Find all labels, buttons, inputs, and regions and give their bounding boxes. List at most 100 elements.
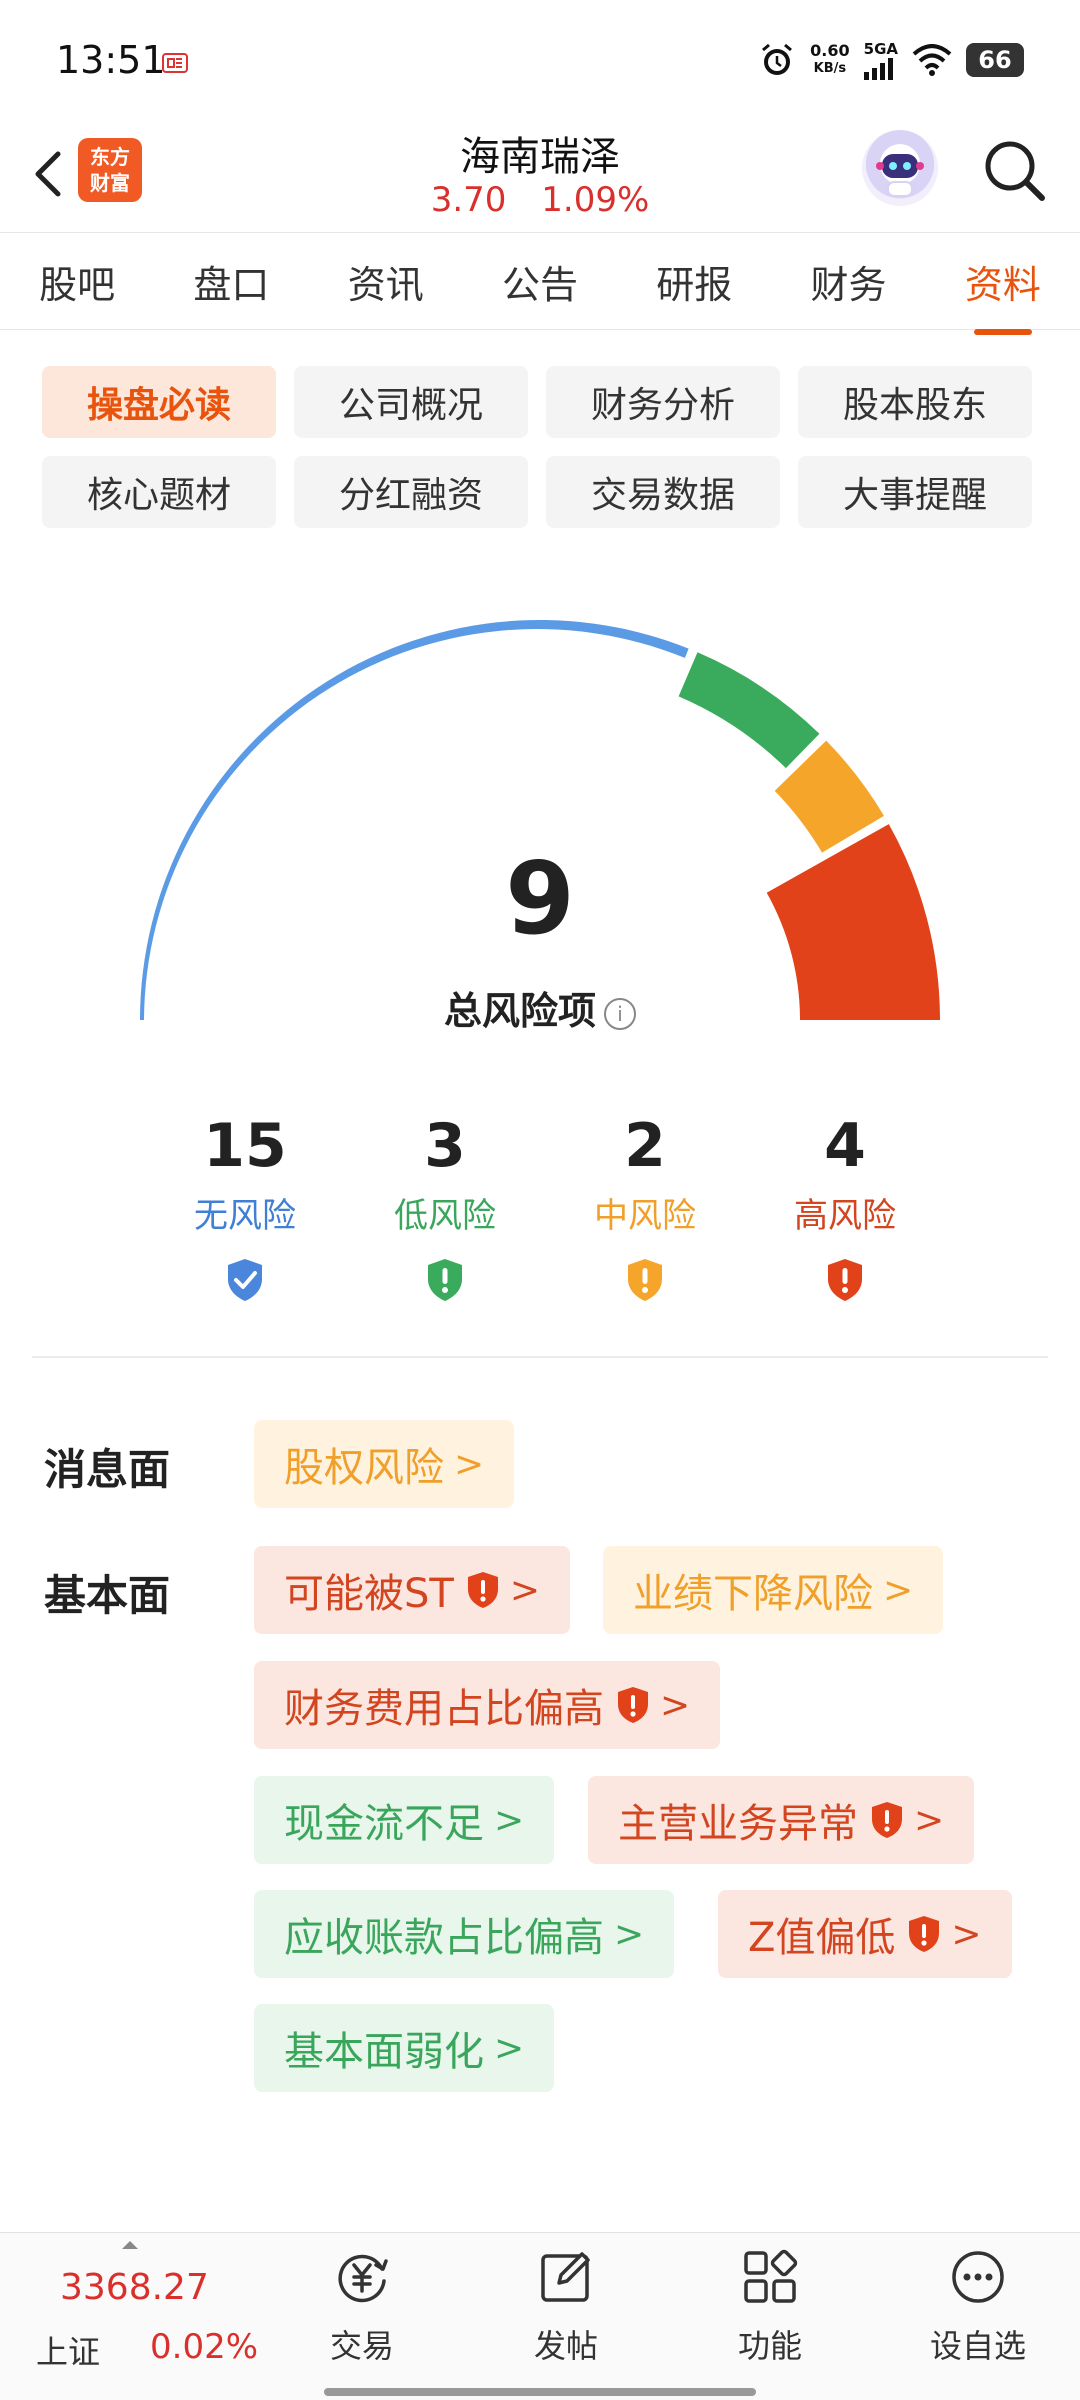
gauge-arc-low-risk — [678, 652, 820, 769]
net-speed-value: 0.60 — [810, 41, 850, 60]
index-name: 上证 — [36, 2333, 101, 2371]
nav-label: 设自选 — [929, 2327, 1026, 2365]
robot-icon — [876, 154, 924, 197]
tab-news[interactable]: 资讯 — [340, 254, 432, 309]
tag-text: 应收账款占比偏高 — [284, 1915, 604, 1961]
shield-check-icon — [228, 1259, 262, 1301]
risk-col-high[interactable]: 4 高风险 — [745, 1110, 945, 1303]
caret-up-icon — [122, 2241, 138, 2249]
chevron-right-icon: > — [494, 1799, 525, 1841]
shield-alert-icon — [467, 1572, 498, 1608]
sub-trading-must-read[interactable]: 操盘必读 — [42, 366, 276, 438]
risk-count: 15 — [203, 1111, 287, 1181]
nav-post[interactable]: 发帖 — [496, 2245, 636, 2367]
more-icon — [952, 2251, 1004, 2303]
tag-text: 股权风险 — [284, 1445, 444, 1491]
risk-name: 无风险 — [194, 1196, 296, 1236]
nav-trade[interactable]: 交易 — [292, 2245, 432, 2367]
tab-announcements[interactable]: 公告 — [494, 254, 586, 309]
tab-finance[interactable]: 财务 — [803, 254, 895, 309]
index-value: 3368.27 — [60, 2267, 209, 2308]
tag-text: 主营业务异常 — [618, 1801, 858, 1847]
profile-sub-menu: 操盘必读 公司概况 财务分析 股本股东 核心题材 分红融资 交易数据 大事提醒 — [42, 366, 1038, 528]
divider — [32, 1356, 1048, 1358]
risk-count: 2 — [624, 1111, 666, 1181]
status-indicators: 0.60 KB/s 5GA 66 — [758, 40, 1024, 80]
tab-profile[interactable]: 资料 — [957, 254, 1049, 309]
risk-gauge — [140, 620, 940, 1020]
status-bar: 13:51 0.60 KB/s 5GA 66 — [0, 0, 1080, 120]
risk-tag-z-value[interactable]: Z值偏低 > — [718, 1890, 1012, 1978]
tag-text: Z值偏低 — [748, 1915, 896, 1961]
stock-header: 东方 财富 海南瑞泽 3.70 1.09% — [0, 120, 1080, 232]
sub-financial-analysis[interactable]: 财务分析 — [546, 366, 780, 438]
shield-alert-icon — [428, 1259, 462, 1301]
ai-robot-avatar[interactable] — [862, 130, 938, 206]
risk-tag-fundamentals-weak[interactable]: 基本面弱化 > — [254, 2004, 555, 2092]
search-icon — [985, 141, 1045, 201]
sub-shareholders[interactable]: 股本股东 — [798, 366, 1032, 438]
search-button[interactable] — [980, 136, 1050, 206]
tag-text: 可能被ST — [284, 1571, 454, 1617]
tab-guba[interactable]: 股吧 — [31, 254, 123, 309]
sub-core-themes[interactable]: 核心题材 — [42, 456, 276, 528]
sub-dividends-financing[interactable]: 分红融资 — [294, 456, 528, 528]
status-time: 13:51 — [56, 38, 166, 82]
chevron-right-icon: > — [914, 1799, 945, 1841]
tab-research[interactable]: 研报 — [648, 254, 740, 309]
battery-indicator: 66 — [966, 43, 1024, 77]
home-indicator — [324, 2388, 756, 2396]
nav-functions[interactable]: 功能 — [700, 2245, 840, 2367]
gauge-arc-none-risk — [140, 620, 689, 1020]
net-speed: 0.60 KB/s — [810, 42, 849, 78]
fundamental-section-label: 基本面 — [44, 1571, 171, 1620]
notification-app-icon — [162, 52, 188, 74]
net-speed-unit: KB/s — [813, 61, 847, 76]
stock-tabs: 股吧 盘口 资讯 公告 研报 财务 资料 — [0, 232, 1080, 330]
chevron-right-icon: > — [883, 1569, 914, 1611]
grid-icon — [744, 2249, 798, 2303]
sub-events-reminder[interactable]: 大事提醒 — [798, 456, 1032, 528]
shield-alert-icon — [618, 1687, 648, 1723]
sub-company-overview[interactable]: 公司概况 — [294, 366, 528, 438]
nav-label: 发帖 — [533, 2327, 598, 2365]
risk-name: 中风险 — [594, 1196, 696, 1236]
risk-col-low[interactable]: 3 低风险 — [345, 1110, 545, 1303]
tag-text: 业绩下降风险 — [633, 1571, 873, 1617]
risk-tag-financial-expense[interactable]: 财务费用占比偏高 > — [254, 1661, 721, 1749]
tag-text: 基本面弱化 — [284, 2029, 484, 2075]
yuan-refresh-icon — [338, 2254, 388, 2303]
chevron-right-icon: > — [494, 2027, 525, 2069]
alarm-icon — [762, 43, 793, 75]
nav-label: 功能 — [737, 2327, 802, 2365]
risk-tag-st[interactable]: 可能被ST > — [254, 1546, 570, 1634]
risk-tag-main-business[interactable]: 主营业务异常 > — [588, 1776, 975, 1864]
stock-change-pct: 1.09% — [541, 180, 650, 220]
edit-icon — [541, 2252, 590, 2302]
signal-bars-icon — [863, 58, 893, 80]
chevron-right-icon: > — [614, 1913, 645, 1955]
risk-col-mid[interactable]: 2 中风险 — [545, 1110, 745, 1303]
wifi-icon — [912, 44, 952, 76]
info-icon[interactable]: i — [604, 997, 636, 1030]
tag-text: 财务费用占比偏高 — [284, 1686, 604, 1732]
chevron-right-icon: > — [509, 1569, 540, 1611]
risk-count: 4 — [824, 1111, 866, 1181]
signal-type: 5GA — [863, 40, 898, 58]
risk-col-none[interactable]: 15 无风险 — [145, 1110, 345, 1303]
risk-tag-receivables[interactable]: 应收账款占比偏高 > — [254, 1890, 675, 1978]
risk-level-counts: 15 无风险 3 低风险 2 中风险 4 高风险 — [145, 1110, 945, 1303]
bottom-navigation: 3368.27 上证 0.02% 交易 发帖 功能 设自选 — [0, 2232, 1080, 2400]
stock-price: 3.70 — [430, 180, 507, 220]
risk-tag-performance-decline[interactable]: 业绩下降风险 > — [603, 1546, 944, 1634]
risk-tag-cash-flow[interactable]: 现金流不足 > — [254, 1776, 555, 1864]
tab-pankou[interactable]: 盘口 — [185, 254, 277, 309]
total-risk-label-text: 总风险项 — [443, 989, 596, 1033]
nav-add-watchlist[interactable]: 设自选 — [908, 2245, 1048, 2367]
sub-trading-data[interactable]: 交易数据 — [546, 456, 780, 528]
shield-alert-icon — [872, 1802, 902, 1838]
risk-tag-equity[interactable]: 股权风险 > — [254, 1420, 515, 1508]
cell-signal: 5GA — [863, 40, 898, 80]
total-risk-label: 总风险项 i — [40, 980, 1040, 1035]
shield-alert-icon — [628, 1259, 662, 1301]
